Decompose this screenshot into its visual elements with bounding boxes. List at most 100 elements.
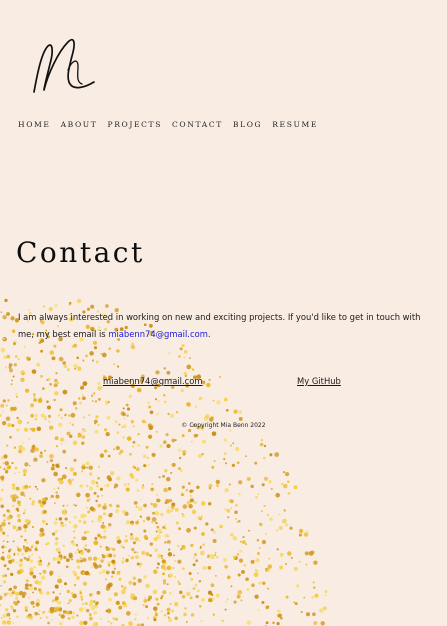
glitter-dot (31, 544, 35, 548)
glitter-dot (76, 356, 79, 360)
glitter-dot (53, 557, 56, 560)
glitter-dot (46, 591, 50, 595)
glitter-dot (65, 558, 70, 562)
glitter-dot (70, 592, 74, 595)
glitter-dot (2, 539, 5, 543)
glitter-dot (94, 604, 98, 609)
glitter-dot (185, 489, 189, 492)
nav-contact-link[interactable]: CONTACT (172, 120, 223, 129)
glitter-dot (17, 358, 20, 361)
glitter-dot (157, 562, 159, 565)
glitter-dot (102, 535, 107, 539)
glitter-dot (9, 407, 15, 412)
glitter-dot (162, 525, 166, 529)
glitter-dot (84, 607, 86, 610)
glitter-dot (266, 587, 270, 590)
glitter-dot (169, 413, 175, 419)
glitter-dot (81, 441, 85, 445)
nav-resume-link[interactable]: RESUME (272, 120, 318, 129)
glitter-dot (213, 460, 216, 462)
glitter-dot (201, 439, 206, 444)
glitter-dot (50, 466, 55, 471)
glitter-dot (61, 509, 66, 515)
glitter-dot (83, 571, 87, 576)
glitter-dot (40, 451, 43, 455)
glitter-dot (198, 396, 203, 401)
glitter-dot (128, 394, 133, 399)
glitter-dot (39, 527, 45, 533)
glitter-dot (239, 540, 242, 543)
glitter-dot (186, 500, 191, 505)
glitter-dot (15, 393, 18, 396)
glitter-dot (6, 567, 10, 571)
glitter-dot (91, 520, 94, 523)
glitter-dot (163, 367, 166, 370)
nav-blog-link[interactable]: BLOG (233, 120, 262, 129)
glitter-dot (62, 449, 67, 454)
glitter-dot (155, 494, 159, 497)
glitter-dot (100, 352, 103, 355)
glitter-dot (143, 575, 147, 579)
glitter-dot (193, 552, 198, 557)
glitter-dot (189, 489, 193, 493)
glitter-dot (130, 533, 133, 536)
glitter-dot (154, 612, 159, 617)
glitter-dot (28, 437, 31, 440)
intro-email-link[interactable]: miabenn74@gmail.com (108, 329, 208, 339)
glitter-dot (115, 617, 118, 621)
glitter-dot (294, 602, 298, 606)
nav-projects-link[interactable]: PROJECTS (107, 120, 162, 129)
glitter-dot (91, 507, 96, 512)
glitter-dot (158, 476, 161, 479)
glitter-dot (187, 428, 192, 433)
glitter-dot (162, 579, 167, 583)
glitter-dot (198, 579, 202, 583)
glitter-dot (261, 600, 265, 605)
glitter-dot (17, 548, 20, 551)
glitter-dot (87, 510, 91, 514)
glitter-dot (284, 562, 288, 566)
glitter-dot (40, 349, 44, 353)
glitter-dot (80, 598, 84, 601)
footer-email-link[interactable]: miabenn74@gmail.com (103, 376, 203, 386)
glitter-dot (224, 600, 227, 603)
glitter-dot (103, 529, 107, 533)
glitter-dot (283, 508, 287, 512)
glitter-dot (39, 454, 44, 459)
glitter-dot (12, 525, 17, 530)
glitter-dot (0, 466, 2, 469)
glitter-dot (9, 435, 12, 439)
nav-home-link[interactable]: HOME (18, 120, 51, 129)
glitter-dot (236, 520, 239, 523)
glitter-dot (152, 615, 156, 619)
glitter-dot (166, 607, 171, 612)
glitter-dot (181, 344, 185, 348)
glitter-dot (168, 618, 173, 623)
glitter-dot (129, 535, 134, 541)
footer-github-link[interactable]: My GitHub (297, 376, 341, 386)
glitter-dot (104, 449, 108, 453)
glitter-dot (16, 487, 21, 492)
glitter-dot (115, 504, 119, 508)
glitter-dot (116, 539, 122, 544)
glitter-dot (130, 475, 135, 479)
glitter-dot (174, 575, 176, 578)
glitter-dot (214, 551, 217, 554)
glitter-dot (7, 465, 12, 470)
glitter-dot (150, 487, 154, 491)
glitter-dot (305, 563, 308, 566)
glitter-dot (276, 548, 279, 551)
glitter-dot (116, 571, 121, 576)
glitter-dot (0, 556, 3, 561)
glitter-dot (195, 433, 199, 437)
glitter-dot (169, 592, 172, 595)
glitter-dot (305, 530, 309, 534)
glitter-dot (154, 611, 158, 614)
nav-about-link[interactable]: ABOUT (61, 120, 98, 129)
glitter-dot (147, 598, 151, 602)
glitter-dot (16, 416, 19, 420)
glitter-dot (130, 344, 136, 350)
signature-logo-icon[interactable] (28, 30, 106, 100)
glitter-dot (157, 562, 160, 566)
glitter-dot (258, 546, 261, 549)
